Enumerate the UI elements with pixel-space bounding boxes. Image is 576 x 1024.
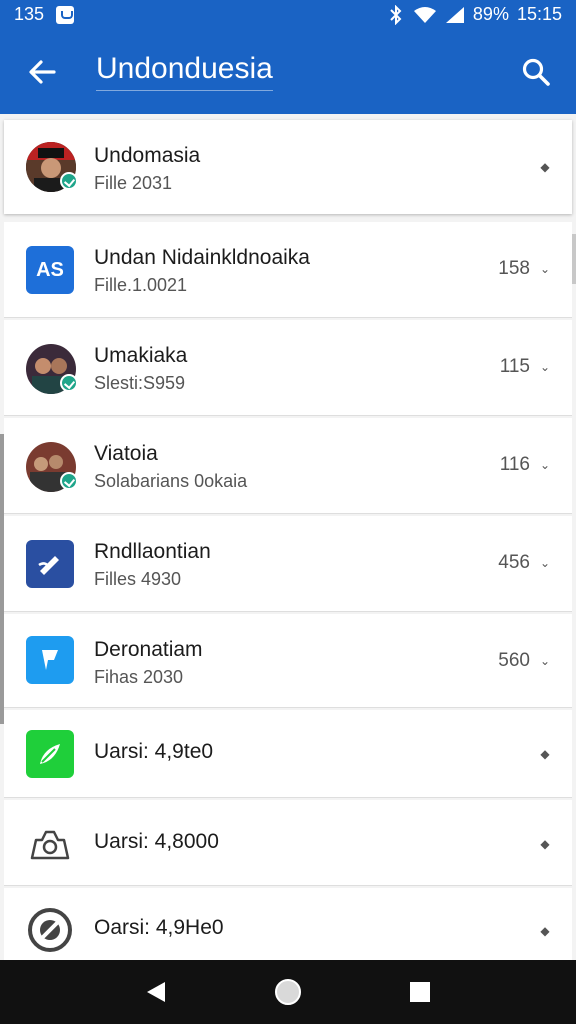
item-subtitle: Solabarians 0okaia [94, 471, 248, 491]
battery-text: 89% [472, 4, 509, 24]
nav-recents-icon [410, 982, 430, 1002]
chevron-down-icon[interactable]: ⌄ [538, 360, 552, 374]
verified-badge-icon [60, 374, 78, 392]
item-title: Rndllaontian [94, 540, 211, 563]
status-time: 15:15 [516, 4, 562, 24]
camera-icon [26, 818, 76, 868]
item-count: 456 [498, 552, 530, 573]
chevron-down-icon[interactable]: ⌄ [538, 262, 552, 276]
nav-home-button[interactable] [266, 970, 310, 1014]
list-item[interactable]: Undomasia Fille 2031 ◆ [4, 120, 572, 214]
avatar [26, 344, 78, 394]
chevron-down-icon[interactable]: ◆ [538, 747, 552, 761]
block-icon [26, 906, 76, 956]
avatar [26, 142, 78, 192]
item-subtitle: Fille.1.0021 [94, 275, 188, 295]
chevron-down-icon[interactable]: ⌄ [538, 458, 552, 472]
item-subtitle: Fille 2031 [94, 173, 173, 193]
item-subtitle: Filles 4930 [94, 569, 182, 589]
nav-home-icon [275, 979, 301, 1005]
item-count: 115 [499, 356, 530, 377]
verified-badge-icon [60, 172, 78, 190]
nav-back-button[interactable] [134, 970, 178, 1014]
item-subtitle: Slesti:S959 [94, 373, 186, 393]
item-subtitle: Fihas 2030 [94, 667, 184, 687]
avatar [26, 442, 78, 492]
list-item[interactable]: AS Undan Nidainkldnoaika Fille.1.0021 15… [4, 222, 572, 318]
app-bar: Undonduesia [0, 30, 576, 114]
nav-back-icon [147, 982, 165, 1002]
chevron-down-icon[interactable]: ◆ [538, 160, 552, 174]
item-title: Uarsi: 4,9te0 [94, 740, 214, 763]
wifi-icon [413, 6, 436, 23]
signal-icon [445, 6, 464, 23]
list-item[interactable]: Deronatiam Fihas 2030 560 ⌄ [4, 614, 572, 708]
chevron-down-icon[interactable]: ⌄ [538, 654, 552, 668]
chevron-down-icon[interactable]: ◆ [538, 924, 552, 938]
verified-badge-icon [60, 472, 78, 490]
list-item[interactable]: Uarsi: 4,8000 ◆ [4, 800, 572, 886]
list-item[interactable]: Oarsi: 4,9He0 ◆ [4, 888, 572, 960]
notification-icon [56, 5, 75, 24]
list-item[interactable]: Viatoia Solabarians 0okaia 116 ⌄ [4, 418, 572, 514]
item-title: Umakiaka [94, 344, 188, 367]
chevron-down-icon[interactable]: ◆ [538, 837, 552, 851]
arrow-back-icon [29, 60, 56, 84]
back-button[interactable] [22, 52, 62, 92]
status-left-text: 135 [14, 4, 45, 24]
page-title: Undonduesia [96, 52, 273, 91]
list-item[interactable]: Umakiaka Slesti:S959 115 ⌄ [4, 320, 572, 416]
item-title: Uarsi: 4,8000 [94, 830, 219, 853]
edit-app-icon [26, 540, 76, 590]
status-bar: 135 89% 15:15 [0, 0, 576, 30]
leaf-app-icon [26, 730, 76, 780]
scrollbar-right[interactable] [572, 234, 576, 284]
item-title: Oarsi: 4,9He0 [94, 916, 224, 939]
item-count: 560 [498, 650, 530, 671]
list-item[interactable]: Rndllaontian Filles 4930 456 ⌄ [4, 516, 572, 612]
nav-recents-button[interactable] [398, 970, 442, 1014]
bluetooth-icon [390, 4, 402, 25]
pin-app-icon [26, 636, 76, 686]
search-icon [522, 58, 550, 86]
item-count: 158 [498, 258, 530, 279]
list-item[interactable]: Uarsi: 4,9te0 ◆ [4, 710, 572, 798]
file-list[interactable]: Undomasia Fille 2031 ◆ AS Undan Nidainkl… [0, 114, 576, 960]
item-title: Undomasia [94, 144, 201, 167]
item-title: Viatoia [94, 442, 158, 465]
search-button[interactable] [514, 50, 558, 94]
item-title: Deronatiam [94, 638, 203, 661]
navigation-bar [0, 960, 576, 1024]
item-title: Undan Nidainkldnoaika [94, 246, 310, 269]
as-app-icon: AS [26, 246, 76, 296]
item-count: 116 [499, 454, 530, 475]
chevron-down-icon[interactable]: ⌄ [538, 556, 552, 570]
